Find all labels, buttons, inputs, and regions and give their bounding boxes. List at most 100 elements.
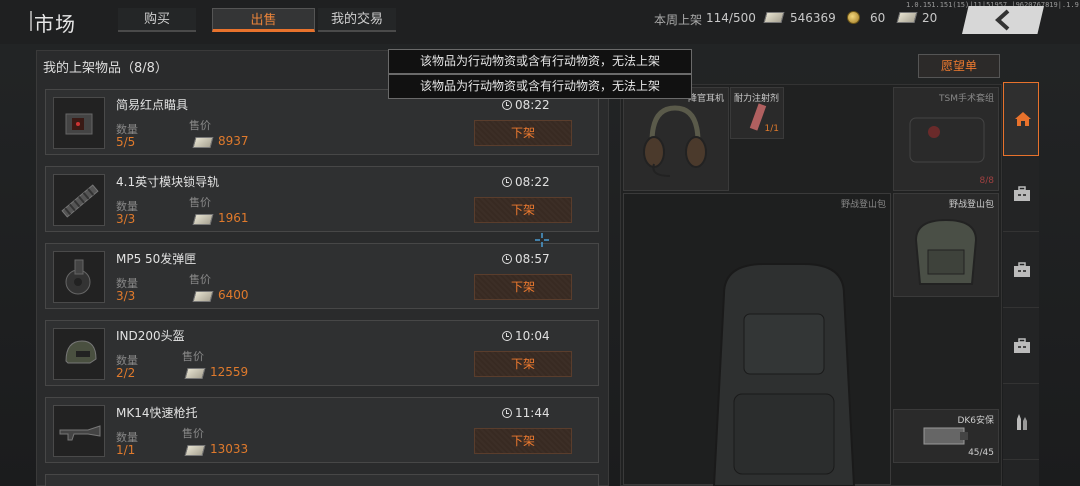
weekly-listing-value: 114/500: [706, 11, 756, 25]
inventory-cell-large-backpack[interactable]: 野战登山包: [623, 193, 891, 486]
inventory-cell-tsm[interactable]: TSM手术套组 8/8: [893, 87, 999, 191]
timer-value: 08:22: [515, 175, 550, 189]
tab-buy[interactable]: 购买: [118, 8, 196, 32]
price-label: 售价: [189, 196, 211, 209]
safe-count: 45/45: [968, 448, 994, 458]
inventory-cell-small-backpack[interactable]: 野战登山包: [893, 193, 999, 297]
tsm-count: 8/8: [979, 176, 994, 186]
price-label: 售价: [189, 273, 211, 286]
price-value: 1961: [218, 211, 249, 225]
clock-icon: [502, 100, 512, 110]
sidebar-ammo-button[interactable]: [1003, 386, 1039, 460]
back-arrow-icon: [995, 9, 1010, 31]
inventory-cell-syringe[interactable]: 耐力注射剂 1/1: [730, 87, 784, 139]
timer: 08:22: [502, 98, 550, 112]
cash-icon: [763, 12, 785, 26]
helmet-icon: [53, 328, 105, 380]
cash-icon: [184, 368, 206, 379]
tab-my-trades[interactable]: 我的交易: [318, 8, 396, 32]
price-value: 6400: [218, 288, 249, 302]
small-backpack-label: 野战登山包: [948, 200, 994, 210]
clock-icon: [502, 408, 512, 418]
ticket-icon: [896, 12, 918, 26]
delist-button[interactable]: 下架: [474, 428, 572, 454]
weekly-listing-label: 本周上架: [654, 13, 703, 27]
timer: 08:22: [502, 175, 550, 189]
case-icon: [1014, 262, 1030, 277]
price-label: 售价: [182, 350, 204, 363]
inventory-cell-headset[interactable]: 降官耳机: [623, 87, 729, 191]
headset-icon: [643, 105, 707, 177]
syringe-count: 1/1: [764, 124, 779, 134]
item-name: 简易红点瞄具: [116, 98, 189, 112]
listing-row: [45, 474, 599, 486]
clock-icon: [502, 331, 512, 341]
sidebar-case-button[interactable]: [1003, 310, 1039, 384]
listing-row: MP5 50发弹匣 数量 3/3 售价 6400 08:57 下架: [45, 243, 599, 309]
right-sidebar: [1003, 82, 1039, 486]
sidebar-case-button[interactable]: [1003, 158, 1039, 232]
item-name: IND200头盔: [116, 329, 185, 343]
price-value: 12559: [210, 365, 249, 379]
inventory-cell-safe[interactable]: DK6安保 45/45: [893, 409, 999, 463]
medical-kit-icon: [909, 117, 985, 163]
cash-icon: [184, 445, 206, 456]
qty-value: 5/5: [116, 135, 136, 149]
qty-value: 1/1: [116, 443, 136, 457]
delist-button[interactable]: 下架: [474, 197, 572, 223]
timer-value: 08:22: [515, 98, 550, 112]
qty-value: 3/3: [116, 212, 136, 226]
red-dot-sight-icon: [53, 97, 105, 149]
listing-row: 4.1英寸模块锁导轨 数量 3/3 售价 1961 08:22 下架: [45, 166, 599, 232]
inventory-grid: 降官耳机 耐力注射剂 1/1 TSM手术套组 8/8 野战登山包 野战登山包 D…: [620, 84, 1002, 486]
coin-value: 60: [870, 11, 886, 25]
drum-magazine-icon: [53, 251, 105, 303]
home-icon: [1015, 112, 1031, 126]
ammo-icon: [1017, 414, 1027, 430]
backpack-icon: [914, 218, 978, 285]
delist-button[interactable]: 下架: [474, 274, 572, 300]
delist-button[interactable]: 下架: [474, 120, 572, 146]
market-screen: { "header": { "title": "市场", "tabs": [ {…: [0, 0, 1080, 486]
item-name: 4.1英寸模块锁导轨: [116, 175, 220, 189]
magazine-icon: [923, 427, 968, 445]
error-tooltip: 该物品为行动物资或含有行动物资，无法上架: [388, 49, 692, 74]
item-name: MP5 50发弹匣: [116, 252, 197, 266]
sidebar-home-button[interactable]: [1003, 82, 1039, 156]
large-backpack-label: 野战登山包: [840, 200, 886, 210]
price-value: 8937: [218, 134, 249, 148]
clock-icon: [502, 177, 512, 187]
listing-row: MK14快速枪托 数量 1/1 售价 13033 11:44 下架: [45, 397, 599, 463]
qty-value: 2/2: [116, 366, 136, 380]
timer-value: 10:04: [515, 329, 550, 343]
cash-icon: [192, 214, 214, 225]
top-bar: 市场 购买 出售 我的交易 1.0.151.151(15)|11|51957.|…: [0, 0, 1080, 44]
listing-row: IND200头盔 数量 2/2 售价 12559 10:04 下架: [45, 320, 599, 386]
coin-icon: [847, 11, 860, 27]
back-button[interactable]: [962, 6, 1044, 34]
delist-button[interactable]: 下架: [474, 351, 572, 377]
backpack-icon: [712, 263, 856, 486]
my-listings-panel: 我的上架物品（8/8） 简易红点瞄具 数量 5/5 售价 8937 08:22 …: [36, 50, 609, 486]
timer-value: 08:57: [515, 252, 550, 266]
timer: 10:04: [502, 329, 550, 343]
wishlist-button[interactable]: 愿望单: [918, 54, 1000, 78]
cash-icon: [192, 291, 214, 302]
timer: 08:57: [502, 252, 550, 266]
rifle-stock-icon: [53, 405, 105, 457]
clock-icon: [502, 254, 512, 264]
tab-sell[interactable]: 出售: [212, 8, 315, 32]
qty-value: 3/3: [116, 289, 136, 303]
ticket-value: 20: [922, 11, 938, 25]
listings-title: 我的上架物品（8/8）: [43, 61, 168, 76]
page-title: 市场: [30, 8, 76, 37]
cash-icon: [192, 137, 214, 148]
price-value: 13033: [210, 442, 249, 456]
case-icon: [1014, 338, 1030, 353]
price-label: 售价: [182, 427, 204, 440]
error-tooltip: 该物品为行动物资或含有行动物资，无法上架: [388, 74, 692, 99]
sidebar-case-button[interactable]: [1003, 234, 1039, 308]
rail-icon: [53, 174, 105, 226]
cash-value: 546369: [790, 11, 836, 25]
timer: 11:44: [502, 406, 550, 420]
